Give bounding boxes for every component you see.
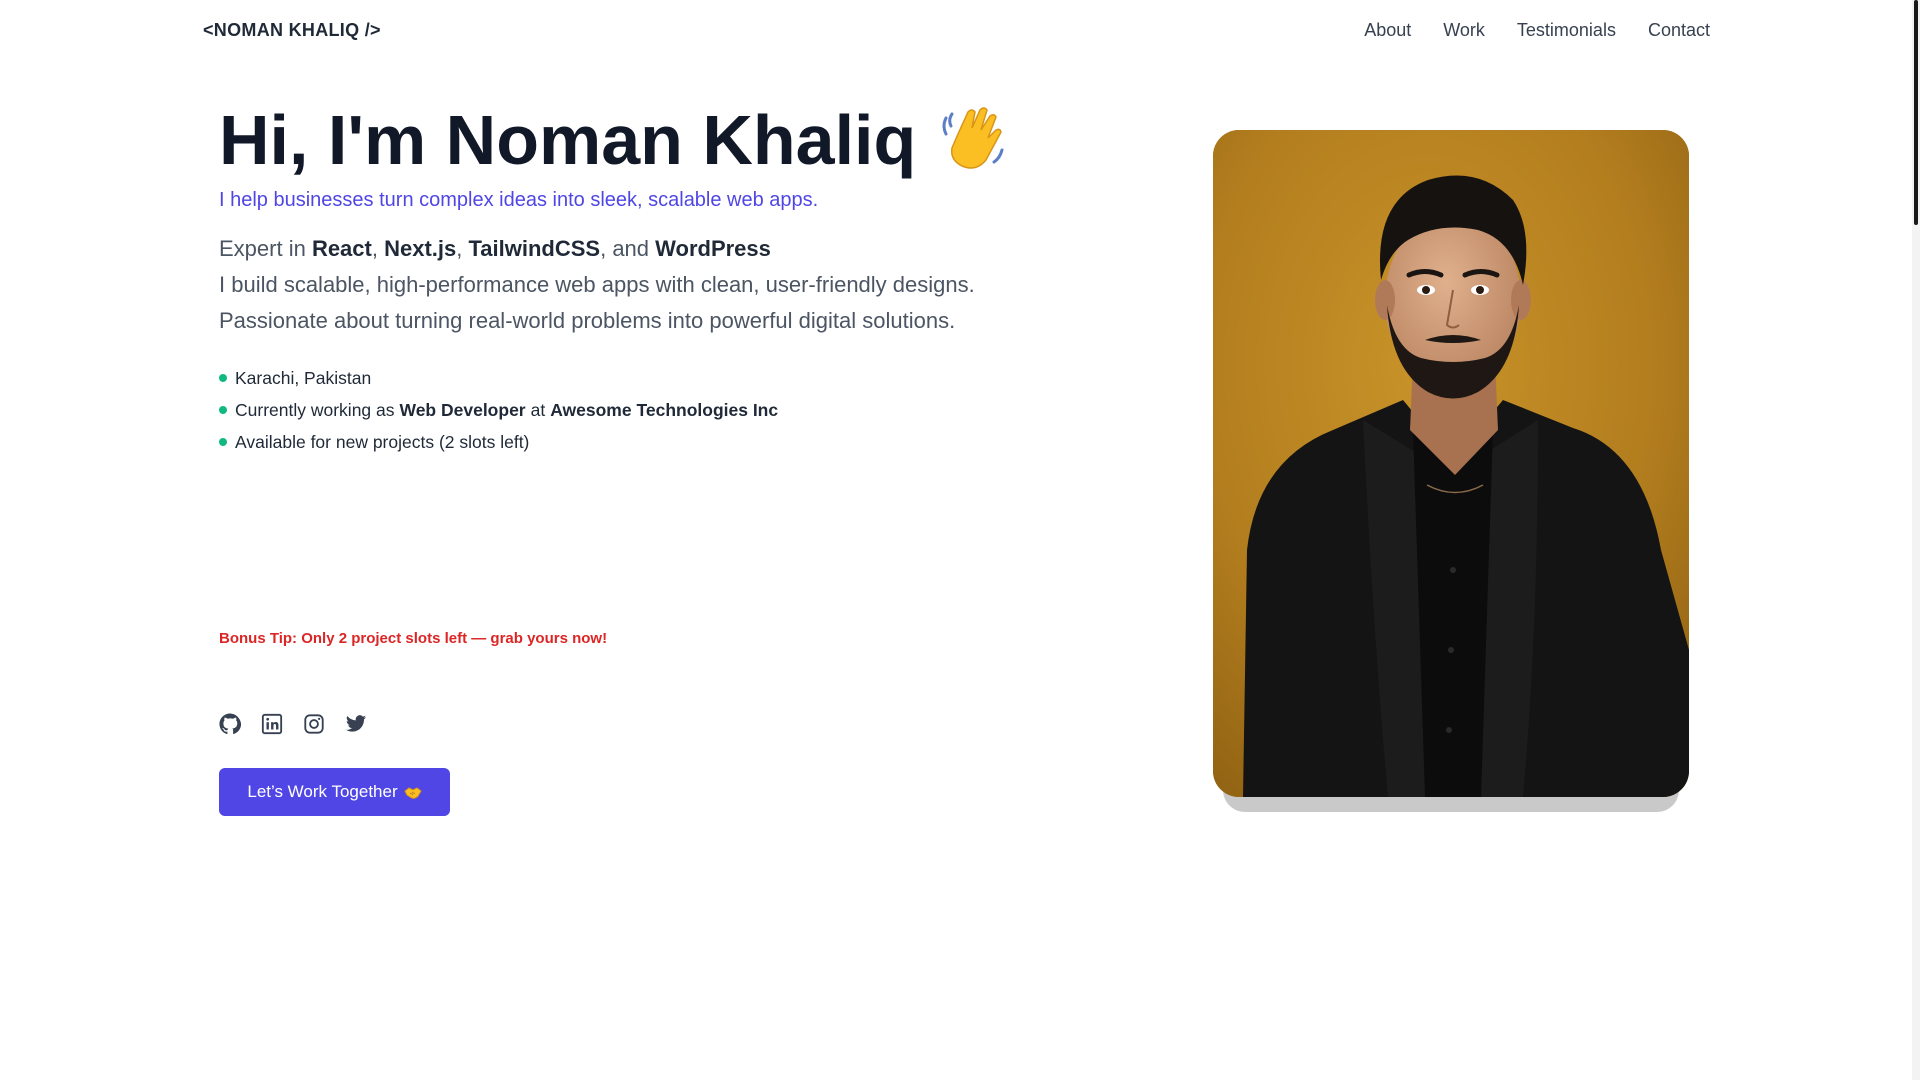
list-item: Currently working as Web Developer at Aw… [219,394,783,426]
work-prefix: Currently working as [235,399,395,420]
list-item: Available for new projects (2 slots left… [219,426,783,458]
scrollbar-thumb[interactable] [1914,0,1918,225]
main-nav: About Work Testimonials Contact [1364,20,1710,41]
status-dot [219,374,227,382]
site-logo[interactable]: <NOMAN KHALIQ /> [203,20,381,41]
skill-nextjs: Next.js [384,236,457,261]
github-icon[interactable] [219,713,242,735]
role-text: Web Developer [399,399,526,420]
status-dot [219,438,227,446]
list-item: Karachi, Pakistan [219,362,783,394]
work-mid: at [530,399,546,420]
description-line-3: Passionate about turning real-world prob… [219,308,956,333]
company-text: Awesome Technologies Inc [550,399,779,420]
handshake-icon [403,785,422,799]
scrollbar[interactable] [1912,0,1920,1080]
bonus-tip: Bonus Tip: Only 2 project slots left — g… [219,630,608,647]
hero-title: Hi, I'm Noman Khaliq [219,100,1008,181]
cta-label: Let’s Work Together [247,782,398,801]
location-text: Karachi, Pakistan [235,367,372,388]
twitter-icon[interactable] [345,713,367,735]
availability-text: Available for new projects (2 slots left… [235,431,530,452]
expert-prefix: Expert in [219,236,312,261]
facts-list: Karachi, Pakistan Currently working as W… [219,362,783,458]
skill-separator: , and [600,236,656,261]
nav-contact[interactable]: Contact [1648,20,1710,41]
work-together-button[interactable]: Let’s Work Together [219,768,450,816]
hero-title-text: Hi, I'm Noman Khaliq [219,101,917,179]
skill-wordpress: WordPress [655,236,771,261]
description-line-2: I build scalable, high-performance web a… [219,272,975,297]
skill-separator: , [371,236,385,261]
skill-separator: , [456,236,469,261]
nav-work[interactable]: Work [1443,20,1485,41]
skill-react: React [311,236,372,261]
profile-photo [1213,130,1689,797]
tagline: I help businesses turn complex ideas int… [219,189,819,211]
nav-testimonials[interactable]: Testimonials [1517,20,1616,41]
hero-description: Expert in React, Next.js, TailwindCSS, a… [219,231,975,339]
expert-line: Expert in React, Next.js, TailwindCSS, a… [219,231,975,267]
status-dot [219,406,227,414]
waving-hand-icon [938,104,1008,176]
linkedin-icon[interactable] [261,713,283,735]
social-links [219,713,367,735]
nav-about[interactable]: About [1364,20,1411,41]
instagram-icon[interactable] [303,713,325,735]
skill-tailwind: TailwindCSS [468,236,601,261]
